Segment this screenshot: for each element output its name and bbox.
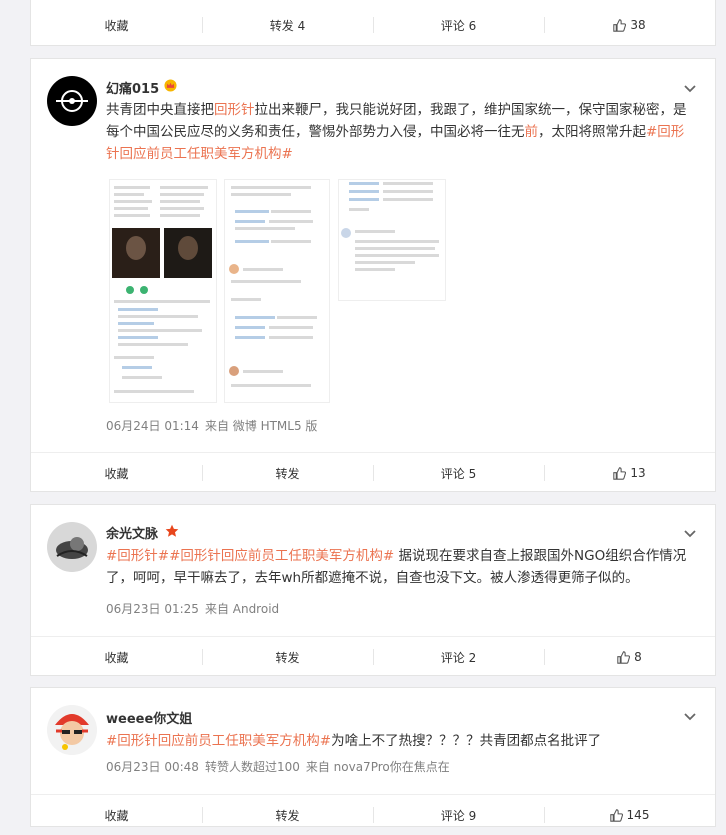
hashtag-link[interactable]: #回形针回应前员工任职美军方机构# xyxy=(106,733,331,749)
repost-button[interactable]: 转发 xyxy=(202,795,373,835)
post-card-3: 余光文脉 #回形针##回形针回应前员工任职美军方机构# 据说现在要求自查上报跟国… xyxy=(30,504,716,676)
repost-button[interactable]: 转发 xyxy=(202,637,373,677)
chevron-down-icon[interactable] xyxy=(683,526,697,540)
post-text: #回形针回应前员工任职美军方机构#为啥上不了热搜？？？？共青团都点名批评了 xyxy=(106,733,602,749)
post-text: #回形针##回形针回应前员工任职美军方机构# 据说现在要求自查上报跟国外NGO组… xyxy=(106,548,687,586)
avatar[interactable] xyxy=(47,705,97,755)
username[interactable]: 幻痛015 xyxy=(106,78,159,97)
thumbs-up-icon xyxy=(613,466,627,480)
thumbs-up-icon xyxy=(617,650,631,664)
avatar[interactable] xyxy=(47,76,97,126)
post-text: 共青团中央直接把回形针拉出来鞭尸，我只能说好团，我跟了，维护国家统一，保守国家秘… xyxy=(106,102,687,162)
like-button[interactable]: 13 xyxy=(544,453,715,493)
repost-count-note: 转赞人数超过100 xyxy=(204,760,300,774)
repost-button[interactable]: 转发 xyxy=(202,453,373,493)
collect-button[interactable]: 收藏 xyxy=(31,5,202,45)
post-source: 来自 微博 HTML5 版 xyxy=(204,419,318,433)
like-button[interactable]: 38 xyxy=(544,5,715,45)
post-actions: 收藏 转发 评论 2 8 xyxy=(31,636,715,677)
post-source: 来自 Android xyxy=(204,602,280,616)
collect-button[interactable]: 收藏 xyxy=(31,795,202,835)
comment-button[interactable]: 评论 6 xyxy=(373,5,544,45)
chevron-down-icon[interactable] xyxy=(683,81,697,95)
collect-button[interactable]: 收藏 xyxy=(31,637,202,677)
star-badge-icon xyxy=(165,524,179,537)
crown-badge-icon xyxy=(164,79,177,92)
post-actions: 收藏 转发 评论 5 13 xyxy=(31,452,715,493)
post-image-1[interactable] xyxy=(109,179,217,403)
comment-button[interactable]: 评论 5 xyxy=(373,453,544,493)
post-image-2[interactable] xyxy=(224,179,330,403)
post-time[interactable]: 06月23日 01:25 xyxy=(106,602,199,616)
avatar-logo-icon xyxy=(56,90,88,112)
hashtag-link[interactable]: #回形针##回形针回应前员工任职美军方机构# xyxy=(106,548,394,564)
post-actions: 收藏 转发 评论 9 145 xyxy=(31,794,715,835)
comment-button[interactable]: 评论 2 xyxy=(373,637,544,677)
thumbs-up-icon xyxy=(613,18,627,32)
post-meta: 06月23日 01:25 来自 Android xyxy=(106,600,279,617)
post-card-2: 幻痛015 共青团中央直接把回形针拉出来鞭尸，我只能说好团，我跟了，维护国家统一… xyxy=(30,58,716,492)
topic-link[interactable]: 回形针 xyxy=(214,102,255,118)
username[interactable]: 余光文脉 xyxy=(106,523,158,542)
username[interactable]: weeee你文姐 xyxy=(106,708,192,727)
post-actions: 收藏 转发 4 评论 6 38 xyxy=(31,5,715,45)
post-meta: 06月24日 01:14 来自 微博 HTML5 版 xyxy=(106,417,317,434)
post-time[interactable]: 06月24日 01:14 xyxy=(106,419,199,433)
like-button[interactable]: 145 xyxy=(544,795,715,835)
collect-button[interactable]: 收藏 xyxy=(31,453,202,493)
repost-button[interactable]: 转发 4 xyxy=(202,5,373,45)
avatar-image xyxy=(47,705,97,755)
post-time[interactable]: 06月23日 00:48 xyxy=(106,760,199,774)
avatar[interactable] xyxy=(47,522,97,572)
post-image-3[interactable] xyxy=(338,179,446,301)
post-source: 来自 nova7Pro你在焦点在 xyxy=(305,760,450,774)
thumbs-up-icon xyxy=(609,808,623,822)
chevron-down-icon[interactable] xyxy=(683,709,697,723)
post-meta: 06月23日 00:48 转赞人数超过100 来自 nova7Pro你在焦点在 xyxy=(106,758,450,775)
avatar-image xyxy=(47,522,97,572)
comment-button[interactable]: 评论 9 xyxy=(373,795,544,835)
post-card-1: 收藏 转发 4 评论 6 38 xyxy=(30,0,716,46)
post-card-4: weeee你文姐 #回形针回应前员工任职美军方机构#为啥上不了热搜？？？？共青团… xyxy=(30,687,716,827)
like-button[interactable]: 8 xyxy=(544,637,715,677)
